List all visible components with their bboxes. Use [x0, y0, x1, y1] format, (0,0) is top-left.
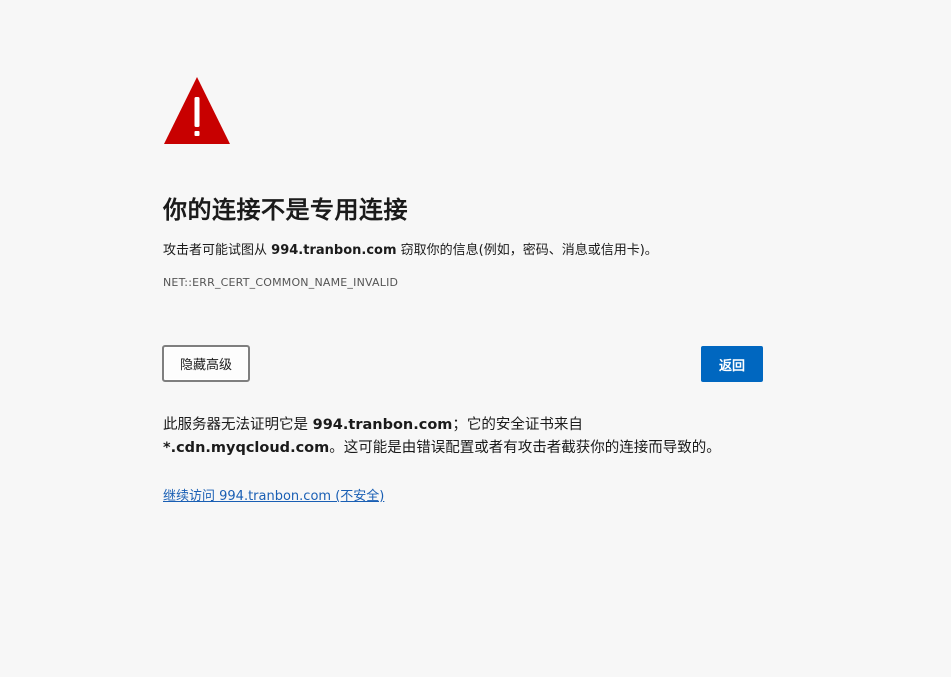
error-code: NET::ERR_CERT_COMMON_NAME_INVALID — [163, 276, 399, 289]
main-message-domain: 994.tranbon.com — [271, 243, 397, 258]
details-domain: 994.tranbon.com — [312, 417, 453, 433]
back-button[interactable]: 返回 — [701, 346, 763, 382]
hide-advanced-button[interactable]: 隐藏高级 — [162, 345, 250, 382]
proceed-unsafe-link[interactable]: 继续访问 994.tranbon.com (不安全) — [163, 485, 384, 504]
details-prefix: 此服务器无法证明它是 — [163, 417, 308, 433]
main-message-suffix: 窃取你的信息(例如，密码、消息或信用卡)。 — [400, 243, 658, 258]
page-title: 你的连接不是专用连接 — [163, 196, 408, 224]
main-message: 攻击者可能试图从 994.tranbon.com 窃取你的信息(例如，密码、消息… — [163, 239, 658, 258]
details-suffix: 。这可能是由错误配置或者有攻击者截获你的连接而导致的。 — [329, 440, 721, 456]
warning-triangle-icon — [164, 77, 230, 144]
main-message-prefix: 攻击者可能试图从 — [163, 243, 268, 258]
details-cert-domain: *.cdn.myqcloud.com — [163, 440, 330, 456]
details-message: 此服务器无法证明它是 994.tranbon.com；它的安全证书来自 *.cd… — [163, 414, 763, 460]
interstitial-container: 你的连接不是专用连接 攻击者可能试图从 994.tranbon.com 窃取你的… — [162, 76, 763, 504]
details-middle: ；它的安全证书来自 — [452, 417, 583, 433]
